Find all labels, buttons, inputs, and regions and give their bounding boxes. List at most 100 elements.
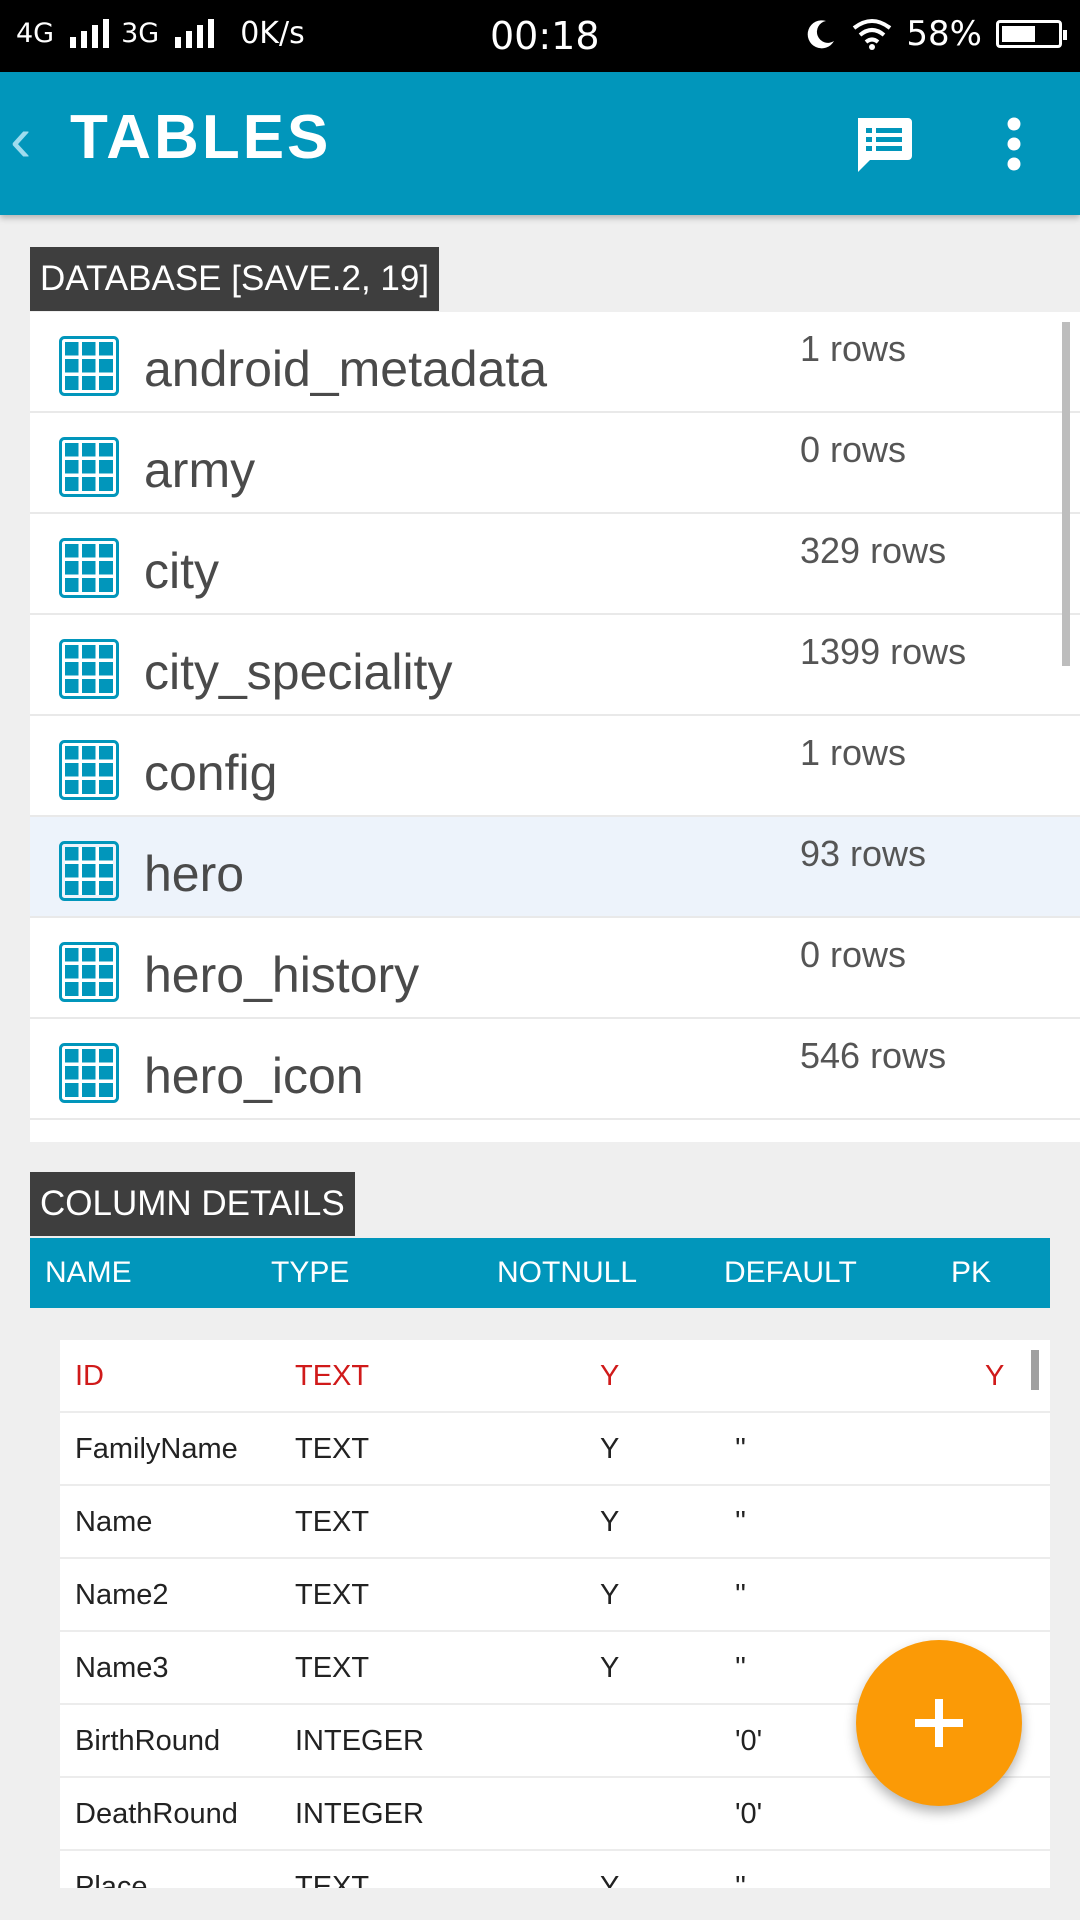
column-pk: Y <box>985 1360 1005 1392</box>
column-details-header: NAME TYPE NOTNULL DEFAULT PK <box>30 1238 1050 1308</box>
network-type-1: 4G <box>16 18 55 49</box>
table-grid-icon <box>59 538 119 602</box>
table-grid-icon <box>59 740 119 804</box>
table-grid-icon <box>59 841 119 905</box>
column-notnull: Y <box>600 1506 620 1538</box>
table-name: config <box>144 745 278 801</box>
column-type: INTEGER <box>295 1798 424 1830</box>
table-row[interactable]: hero_history 0 rows <box>30 918 1080 1019</box>
battery-percent: 58% <box>906 14 982 54</box>
table-row[interactable]: config 1 rows <box>30 716 1080 817</box>
table-row-count: 93 rows <box>800 833 927 874</box>
header-default: DEFAULT <box>724 1256 857 1289</box>
more-vert-icon[interactable] <box>1004 116 1024 172</box>
column-default: '' <box>735 1871 747 1888</box>
column-type: TEXT <box>295 1652 370 1684</box>
column-details-table[interactable]: ID TEXT Y Y FamilyName TEXT Y '' Name TEXT Y '' Name… <box>60 1340 1050 1888</box>
column-detail-row[interactable]: ID TEXT Y Y <box>60 1340 1050 1413</box>
status-bar: 4G 3G 0K/s 00:18 58% <box>0 0 1080 72</box>
column-default: '' <box>735 1506 747 1538</box>
network-type-2: 3G <box>121 18 160 49</box>
table-grid-icon <box>59 639 119 703</box>
wifi-icon <box>853 19 892 50</box>
header-name: NAME <box>45 1256 132 1289</box>
column-notnull: Y <box>600 1360 620 1392</box>
column-name: FamilyName <box>75 1433 238 1465</box>
table-row[interactable]: android_metadata 1 rows <box>30 312 1080 413</box>
table-name: city <box>144 543 219 599</box>
column-default: '' <box>735 1579 747 1611</box>
column-type: TEXT <box>295 1433 370 1465</box>
column-detail-row[interactable]: Name TEXT Y '' <box>60 1486 1050 1559</box>
table-list[interactable]: android_metadata 1 rows army 0 rows city 329 … <box>30 312 1080 1142</box>
table-name: army <box>144 442 256 498</box>
table-name: hero_history <box>144 947 420 1003</box>
moon-icon <box>808 20 835 49</box>
plus-icon <box>915 1699 963 1747</box>
signal-icon <box>70 18 110 48</box>
table-row[interactable]: city_speciality 1399 rows <box>30 615 1080 716</box>
table-row[interactable]: hero 93 rows <box>30 817 1080 918</box>
table-name: android_metadata <box>144 341 548 397</box>
column-default: '0' <box>735 1798 763 1830</box>
table-list-scrollbar[interactable] <box>1062 322 1070 666</box>
app-bar: ‹ TABLES <box>0 72 1080 215</box>
table-row[interactable]: army 0 rows <box>30 413 1080 514</box>
table-row-count: 329 rows <box>800 530 947 571</box>
chevron-left-icon[interactable]: ‹ <box>10 102 31 176</box>
table-row-count: 0 rows <box>800 429 907 470</box>
chat-icon[interactable] <box>852 114 914 176</box>
status-clock: 00:18 <box>490 14 600 58</box>
column-name: BirthRound <box>75 1725 221 1757</box>
column-notnull: Y <box>600 1871 620 1888</box>
column-name: Name2 <box>75 1579 169 1611</box>
table-row-count: 1399 rows <box>800 631 967 672</box>
column-name: Name <box>75 1506 153 1538</box>
column-detail-row[interactable]: FamilyName TEXT Y '' <box>60 1413 1050 1486</box>
table-row[interactable]: city 329 rows <box>30 514 1080 615</box>
column-name: ID <box>75 1360 104 1392</box>
table-row-count: 1 rows <box>800 328 907 369</box>
network-speed: 0K/s <box>240 16 305 51</box>
table-name: city_speciality <box>144 644 453 700</box>
table-row-count: 1 rows <box>800 1136 906 1142</box>
table-row[interactable]: 1 rows <box>30 1120 1080 1142</box>
page-title: TABLES <box>70 103 332 172</box>
table-row-count: 1 rows <box>800 732 907 773</box>
column-detail-row[interactable]: Place TEXT Y '' <box>60 1851 1050 1888</box>
table-name: hero_icon <box>144 1048 364 1104</box>
status-left: 4G 3G 0K/s <box>16 16 305 51</box>
table-grid-icon <box>59 437 119 501</box>
table-row[interactable]: hero_icon 546 rows <box>30 1019 1080 1120</box>
column-type: TEXT <box>295 1871 370 1888</box>
column-name: DeathRound <box>75 1798 238 1830</box>
header-type: TYPE <box>271 1256 350 1289</box>
table-row-count: 546 rows <box>800 1035 947 1076</box>
column-notnull: Y <box>600 1433 620 1465</box>
app-screen: 4G 3G 0K/s 00:18 58% ‹ TABLES DATABASE [… <box>0 0 1080 1920</box>
column-notnull: Y <box>600 1579 620 1611</box>
signal-icon-2 <box>175 18 215 48</box>
header-notnull: NOTNULL <box>497 1256 638 1289</box>
column-default: '' <box>735 1652 747 1684</box>
column-type: TEXT <box>295 1360 370 1392</box>
column-detail-row[interactable]: Name2 TEXT Y '' <box>60 1559 1050 1632</box>
column-details-scrollbar[interactable] <box>1031 1350 1039 1390</box>
header-pk: PK <box>951 1256 992 1289</box>
column-name: Place <box>75 1871 148 1888</box>
column-details-label: COLUMN DETAILS <box>30 1172 355 1236</box>
table-grid-icon <box>59 1043 119 1107</box>
column-notnull: Y <box>600 1652 620 1684</box>
column-type: INTEGER <box>295 1725 424 1757</box>
table-row-count: 0 rows <box>800 934 907 975</box>
table-grid-icon <box>59 336 119 400</box>
table-grid-icon <box>59 942 119 1006</box>
column-default: '' <box>735 1433 747 1465</box>
add-button[interactable] <box>856 1640 1022 1806</box>
column-type: TEXT <box>295 1506 370 1538</box>
database-section-label: DATABASE [SAVE.2, 19] <box>30 247 440 311</box>
table-name: hero <box>144 846 245 902</box>
column-name: Name3 <box>75 1652 169 1684</box>
column-type: TEXT <box>295 1579 370 1611</box>
status-right: 58% <box>804 14 1067 54</box>
